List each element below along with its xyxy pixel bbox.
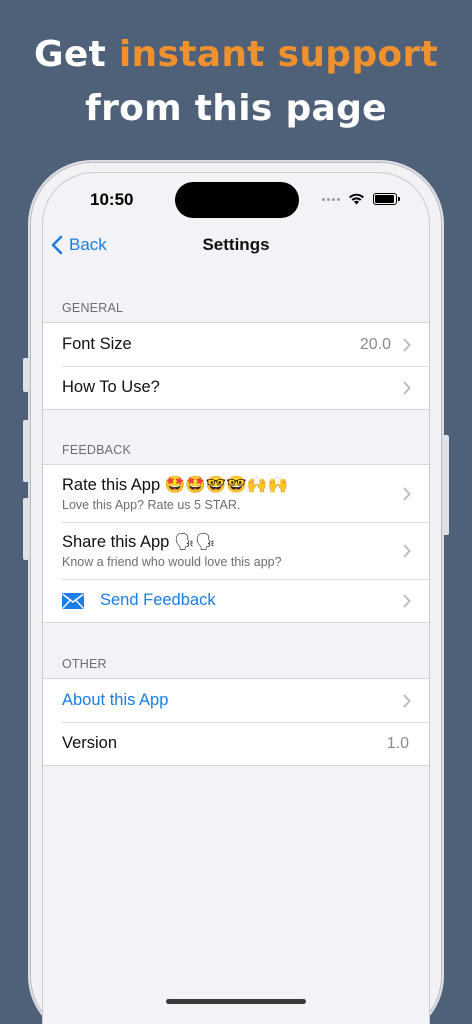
section-header-other: OTHER <box>62 657 107 671</box>
font-size-value: 20.0 <box>359 335 391 353</box>
cellular-signal-icon <box>322 197 340 201</box>
headline-line-2: from this page <box>85 88 387 129</box>
headline-accent: instant support <box>118 34 438 75</box>
status-time: 10:50 <box>90 190 134 209</box>
mute-switch <box>23 358 29 392</box>
envelope-icon <box>62 592 84 609</box>
group-general: Font Size 20.0 How To Use? <box>43 322 429 410</box>
chevron-right-icon <box>403 381 411 394</box>
home-indicator[interactable] <box>166 999 306 1004</box>
about-app-label: About this App <box>62 691 169 709</box>
row-version: Version 1.0 <box>43 722 429 765</box>
how-to-use-label: How To Use? <box>62 378 160 396</box>
row-share-app[interactable]: Share this App 🗣🗣 Know a friend who woul… <box>43 522 429 579</box>
wifi-icon <box>349 193 364 205</box>
chevron-right-icon <box>403 487 411 500</box>
group-feedback: Rate this App 🤩🤩🤓🤓🙌🙌 Love this App? Rate… <box>43 464 429 623</box>
share-app-label: Share this App 🗣🗣 <box>62 532 216 551</box>
power-button <box>443 435 449 535</box>
version-value: 1.0 <box>386 734 409 752</box>
font-size-label: Font Size <box>62 335 132 353</box>
chevron-right-icon <box>403 694 411 707</box>
page-title: Settings <box>202 235 270 254</box>
phone-screen: 10:50 Back Settings GENERAL Font Size 20… <box>42 172 430 1024</box>
send-feedback-label: Send Feedback <box>100 591 216 609</box>
volume-up-button <box>23 420 29 482</box>
chevron-right-icon <box>403 594 411 607</box>
volume-down-button <box>23 498 29 560</box>
chevron-right-icon <box>403 338 411 351</box>
section-header-feedback: FEEDBACK <box>62 443 131 457</box>
row-about-app[interactable]: About this App <box>43 679 429 722</box>
status-icons <box>322 193 400 205</box>
section-header-general: GENERAL <box>62 301 124 315</box>
share-app-subtitle: Know a friend who would love this app? <box>62 554 282 569</box>
navigation-bar: Back Settings <box>43 231 429 261</box>
chevron-right-icon <box>403 544 411 557</box>
battery-icon <box>373 193 400 205</box>
rate-app-subtitle: Love this App? Rate us 5 STAR. <box>62 497 241 512</box>
headline-line-1: Get instant support <box>0 28 472 82</box>
row-font-size[interactable]: Font Size 20.0 <box>43 323 429 366</box>
promo-headline: Get instant support from this page <box>0 28 472 136</box>
rate-app-label: Rate this App 🤩🤩🤓🤓🙌🙌 <box>62 475 288 494</box>
headline-prefix: Get <box>34 34 119 75</box>
row-how-to-use[interactable]: How To Use? <box>43 366 429 409</box>
row-rate-app[interactable]: Rate this App 🤩🤩🤓🤓🙌🙌 Love this App? Rate… <box>43 465 429 522</box>
dynamic-island <box>175 182 299 218</box>
group-other: About this App Version 1.0 <box>43 678 429 766</box>
row-send-feedback[interactable]: Send Feedback <box>43 579 429 622</box>
version-label: Version <box>62 734 118 752</box>
